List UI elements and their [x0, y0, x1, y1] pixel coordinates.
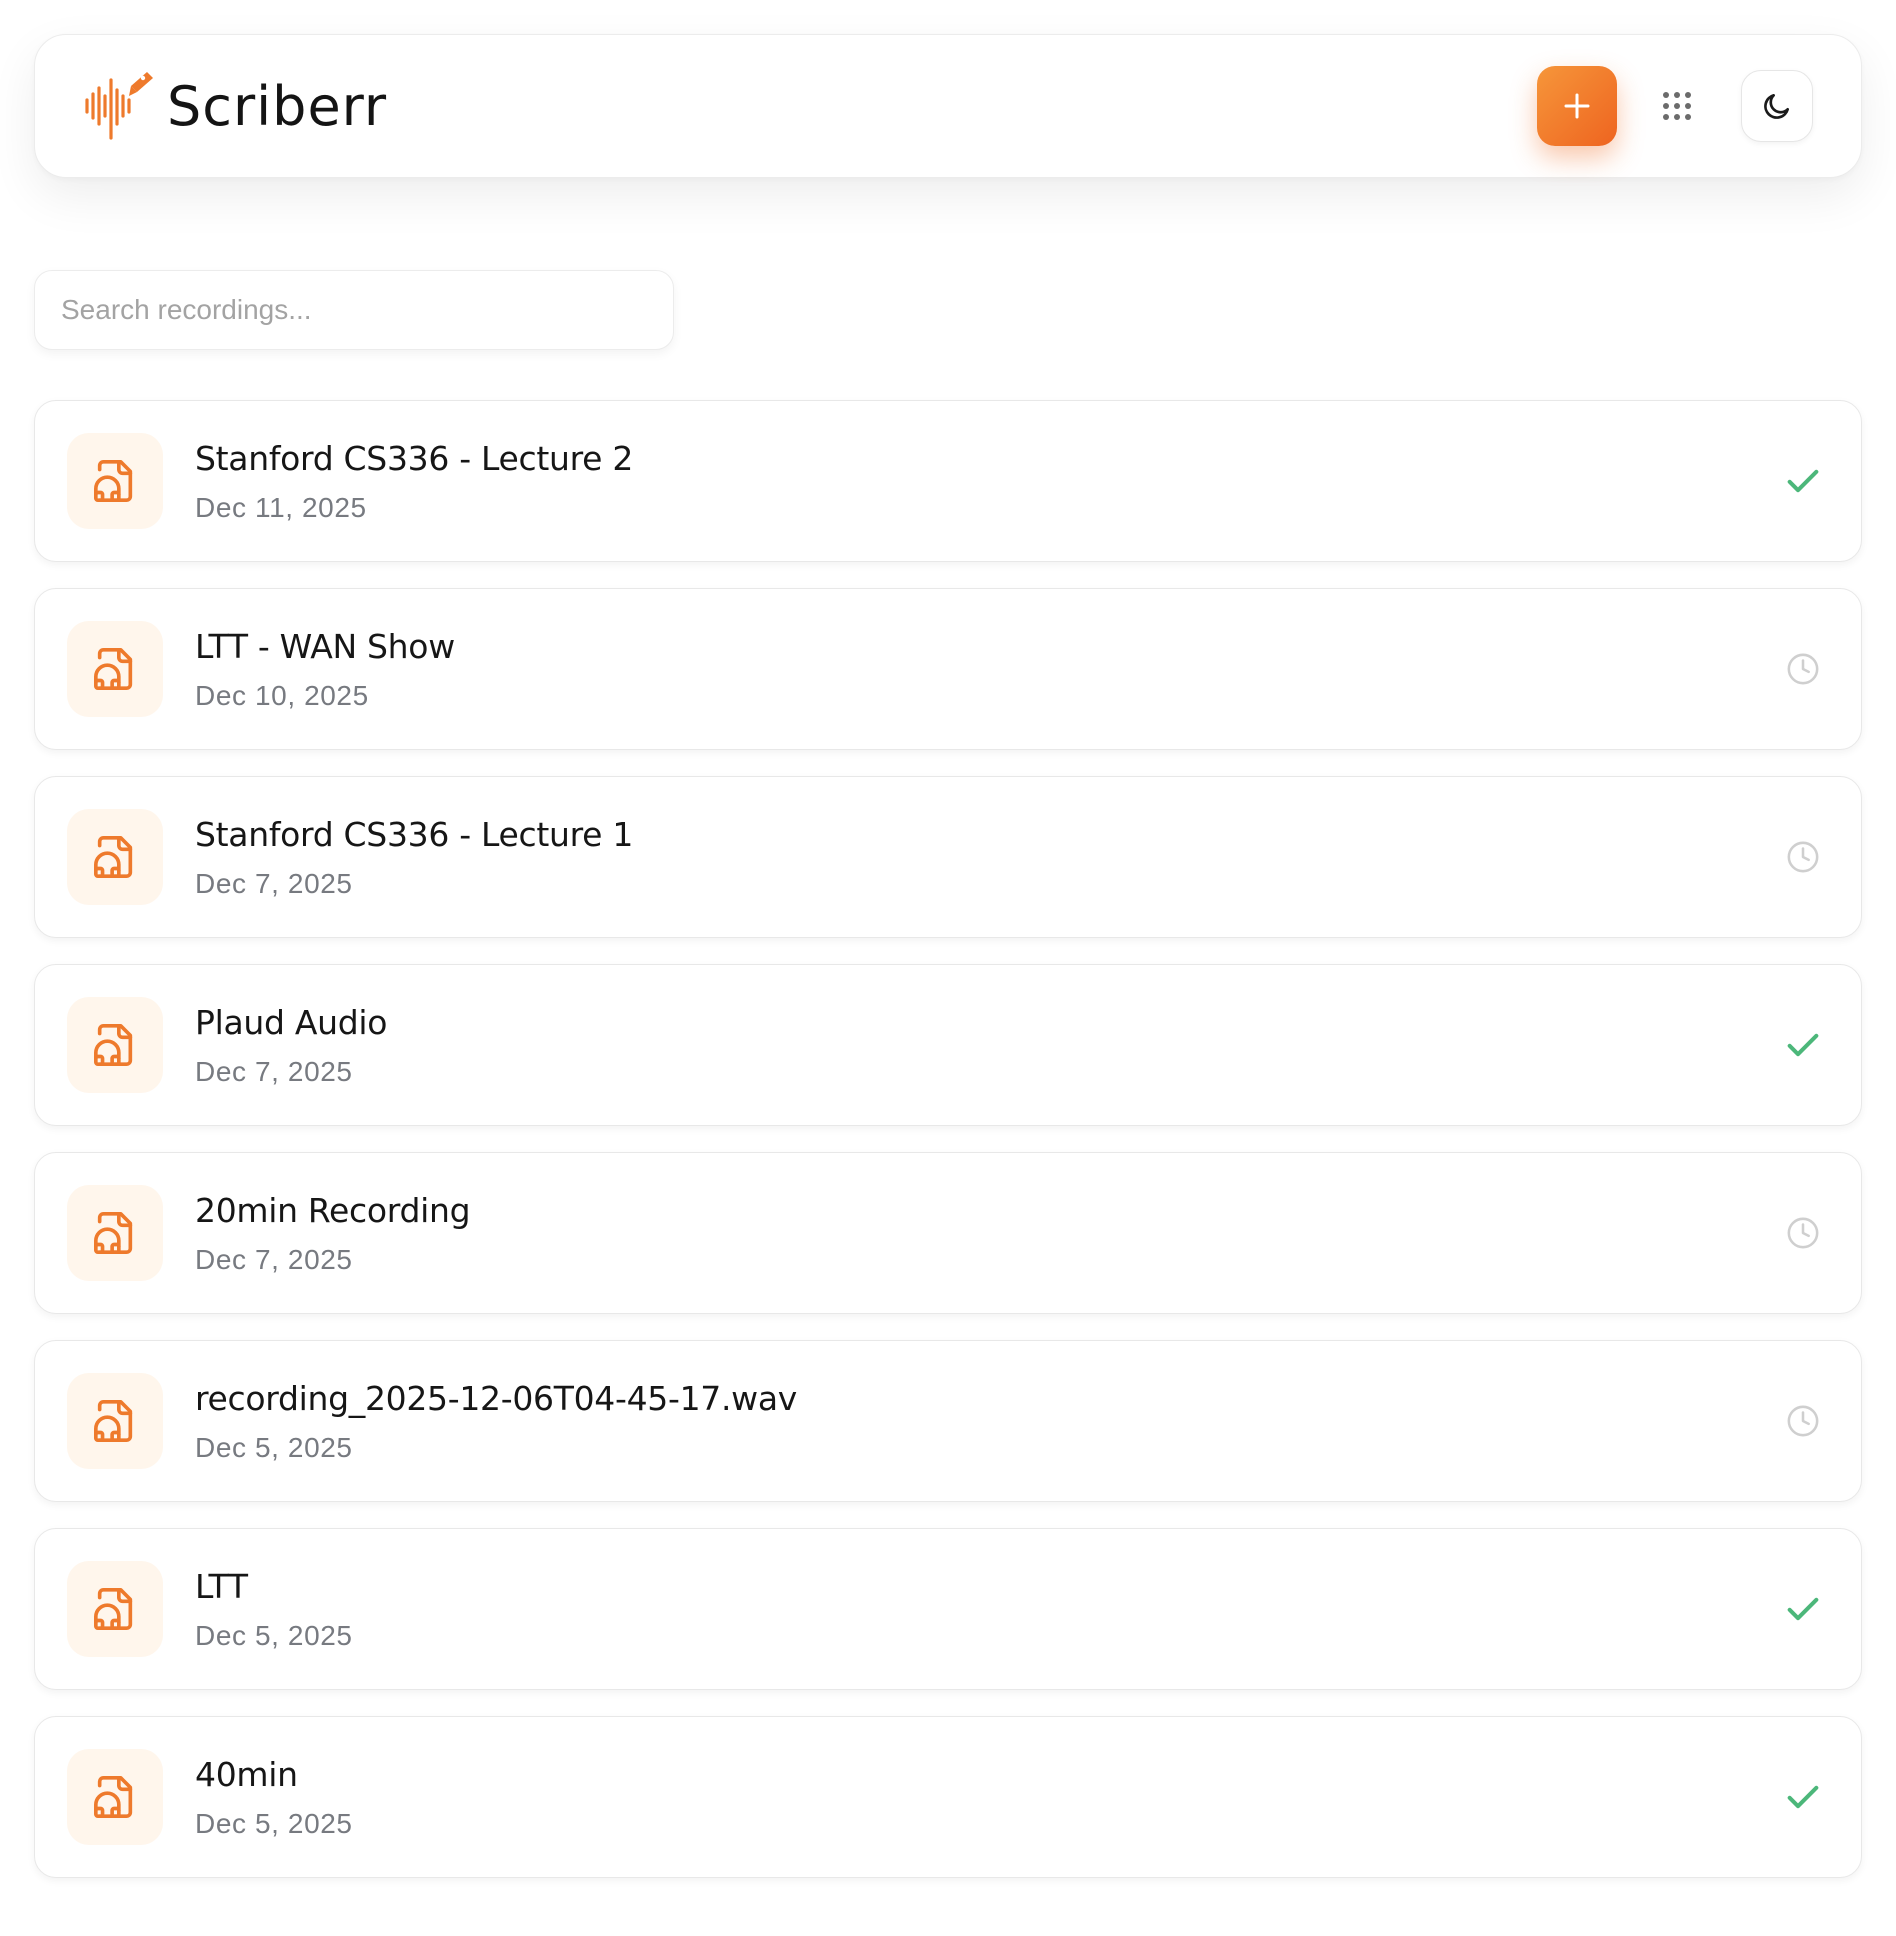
recording-item[interactable]: LTT - WAN Show Dec 10, 2025	[34, 588, 1862, 750]
recordings-list: Stanford CS336 - Lecture 2 Dec 11, 2025 …	[34, 400, 1862, 1878]
recording-date: Dec 7, 2025	[195, 867, 353, 899]
theme-toggle-button[interactable]	[1741, 70, 1813, 142]
recording-item[interactable]: Stanford CS336 - Lecture 1 Dec 7, 2025	[34, 776, 1862, 938]
recording-title: 20min Recording	[195, 1190, 471, 1230]
recording-text: Stanford CS336 - Lecture 2 Dec 11, 2025	[195, 439, 1779, 524]
recording-date: Dec 7, 2025	[195, 1055, 353, 1087]
apps-menu-button[interactable]	[1641, 70, 1713, 142]
grid-dots-icon	[1663, 92, 1691, 120]
recording-text: Plaud Audio Dec 7, 2025	[195, 1003, 1779, 1088]
recording-item[interactable]: 20min Recording Dec 7, 2025	[34, 1152, 1862, 1314]
recording-date: Dec 5, 2025	[195, 1431, 353, 1463]
recording-item[interactable]: LTT Dec 5, 2025	[34, 1528, 1862, 1690]
audio-file-icon	[94, 1588, 133, 1630]
moon-icon	[1764, 94, 1789, 119]
brand-logo[interactable]: Scriberr	[81, 66, 387, 146]
audio-file-icon-box	[67, 1373, 163, 1469]
recording-text: 40min Dec 5, 2025	[195, 1755, 1779, 1840]
recording-date: Dec 10, 2025	[195, 679, 369, 711]
recording-title: LTT	[195, 1566, 248, 1606]
audio-file-icon-box	[67, 621, 163, 717]
recording-text: 20min Recording Dec 7, 2025	[195, 1191, 1779, 1276]
status-pending-clock-icon	[1779, 645, 1827, 693]
top-header: Scriberr	[34, 34, 1862, 178]
audio-file-icon	[94, 460, 133, 502]
audio-file-icon-box	[67, 809, 163, 905]
recording-title: Stanford CS336 - Lecture 1	[195, 814, 634, 854]
audio-file-icon	[94, 1024, 133, 1066]
status-pending-clock-icon	[1779, 833, 1827, 881]
recording-date: Dec 5, 2025	[195, 1807, 353, 1839]
status-completed-icon	[1779, 1585, 1827, 1633]
search-box	[34, 270, 674, 350]
status-completed-icon	[1779, 1773, 1827, 1821]
search-input[interactable]	[61, 294, 647, 326]
header-actions	[1537, 66, 1813, 146]
audio-file-icon	[94, 836, 133, 878]
plus-icon	[1564, 93, 1590, 119]
brand-name: Scriberr	[167, 74, 388, 138]
recording-text: LTT - WAN Show Dec 10, 2025	[195, 627, 1779, 712]
add-recording-button[interactable]	[1537, 66, 1617, 146]
status-completed-icon	[1779, 457, 1827, 505]
status-pending-clock-icon	[1779, 1209, 1827, 1257]
audio-file-icon	[94, 1212, 133, 1254]
recording-item[interactable]: recording_2025-12-06T04-45-17.wav Dec 5,…	[34, 1340, 1862, 1502]
waveform-pen-icon	[85, 72, 153, 140]
recording-text: Stanford CS336 - Lecture 1 Dec 7, 2025	[195, 815, 1779, 900]
app-page: Scriberr Search recordings... Stanford C…	[0, 0, 1896, 1936]
recording-item[interactable]: 40min Dec 5, 2025	[34, 1716, 1862, 1878]
audio-file-icon-box	[67, 1185, 163, 1281]
status-pending-clock-icon	[1779, 1397, 1827, 1445]
recording-date: Dec 5, 2025	[195, 1619, 353, 1651]
status-completed-icon	[1779, 1021, 1827, 1069]
audio-file-icon	[94, 1776, 133, 1818]
audio-file-icon	[94, 648, 133, 690]
recording-item[interactable]: Stanford CS336 - Lecture 2 Dec 11, 2025	[34, 400, 1862, 562]
recording-title: Plaud Audio	[195, 1002, 388, 1042]
audio-file-icon-box	[67, 1561, 163, 1657]
audio-file-icon-box	[67, 997, 163, 1093]
recording-text: LTT Dec 5, 2025	[195, 1567, 1779, 1652]
audio-file-icon-box	[67, 1749, 163, 1845]
recording-title: recording_2025-12-06T04-45-17.wav	[195, 1378, 798, 1418]
audio-file-icon	[94, 1400, 133, 1442]
recording-date: Dec 11, 2025	[195, 491, 367, 523]
recording-title: Stanford CS336 - Lecture 2	[195, 438, 634, 478]
recording-item[interactable]: Plaud Audio Dec 7, 2025	[34, 964, 1862, 1126]
audio-file-icon-box	[67, 433, 163, 529]
recording-text: recording_2025-12-06T04-45-17.wav Dec 5,…	[195, 1379, 1779, 1464]
recording-date: Dec 7, 2025	[195, 1243, 353, 1275]
recording-title: 40min	[195, 1754, 298, 1794]
recording-title: LTT - WAN Show	[195, 626, 455, 666]
